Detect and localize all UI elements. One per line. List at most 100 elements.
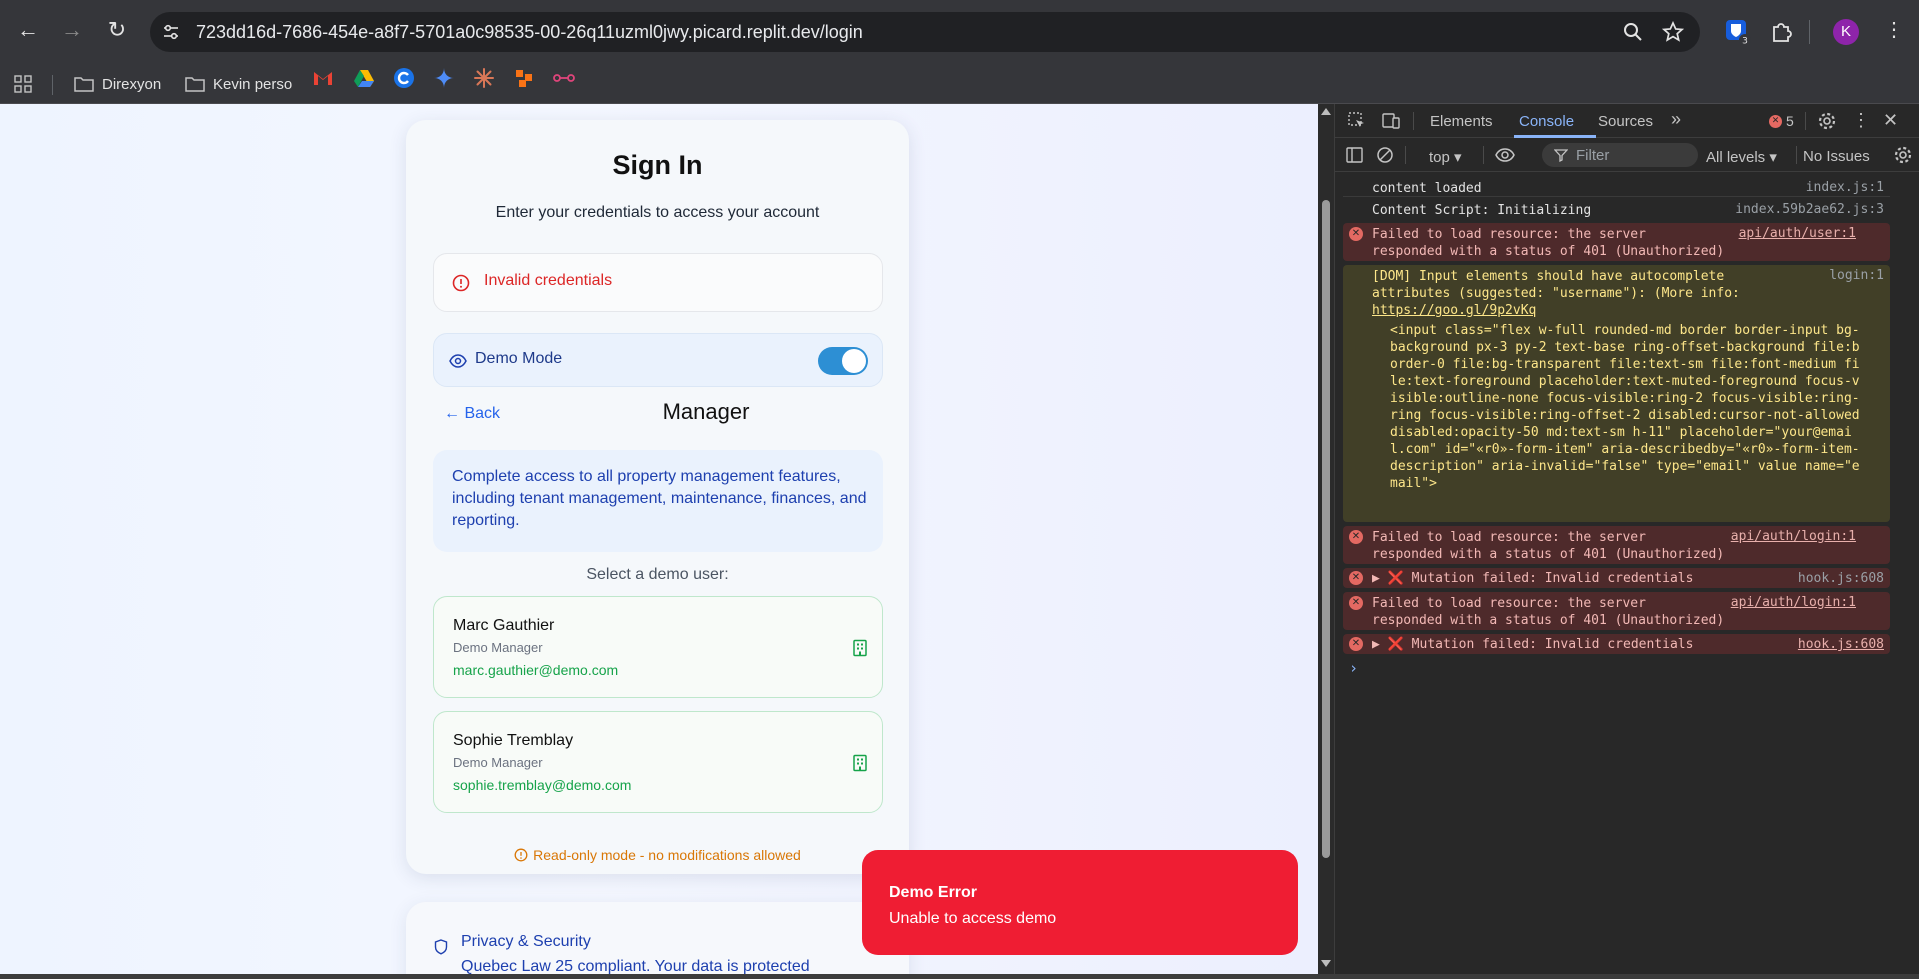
log-source[interactable]: hook.js:608 — [1798, 571, 1884, 586]
settings-gear-icon[interactable] — [1817, 111, 1837, 131]
log-info-link[interactable]: https://goo.gl/9p2vKq — [1372, 302, 1536, 319]
devtools-panel: Elements Console Sources » ✕ 5 ⋮ ✕ top ▾ — [1334, 104, 1919, 974]
toolbar-divider — [1405, 146, 1406, 164]
log-levels-value: All levels — [1706, 149, 1766, 166]
log-levels-dropdown[interactable]: All levels ▾ — [1706, 148, 1777, 166]
orange-app-icon[interactable] — [513, 67, 535, 89]
zoom-icon[interactable] — [1622, 21, 1644, 43]
back-link[interactable]: ← Back — [444, 405, 500, 423]
scroll-down-arrow-icon[interactable] — [1321, 960, 1331, 967]
switch-knob — [842, 349, 866, 373]
issues-button[interactable]: No Issues — [1803, 148, 1870, 165]
log-message: ▶ ❌ Mutation failed: Invalid credentials — [1372, 637, 1694, 652]
error-toast[interactable]: Demo Error Unable to access demo — [862, 850, 1298, 955]
select-user-label: Select a demo user: — [586, 566, 729, 583]
c-app-icon[interactable] — [393, 67, 415, 89]
shield-icon — [434, 939, 448, 955]
log-message: Failed to load resource: the server resp… — [1372, 530, 1725, 562]
console-error-entry[interactable]: ✕ ▶ ❌ Mutation failed: Invalid credentia… — [1343, 568, 1890, 588]
tab-console[interactable]: Console — [1519, 113, 1574, 130]
page-viewport: Sign In Enter your credentials to access… — [0, 104, 1318, 974]
devtools-tabbar: Elements Console Sources » ✕ 5 ⋮ ✕ — [1335, 104, 1919, 138]
google-drive-icon[interactable] — [353, 67, 375, 89]
profile-avatar[interactable]: K — [1833, 19, 1859, 45]
log-source[interactable]: index.59b2ae62.js:3 — [1735, 202, 1884, 217]
inspect-element-icon[interactable] — [1347, 111, 1367, 131]
demo-user-card[interactable]: Marc Gauthier Demo Manager marc.gauthier… — [433, 596, 883, 698]
log-message: Failed to load resource: the server resp… — [1372, 227, 1725, 259]
console-output: content loaded index.js:1 Content Script… — [1335, 172, 1919, 974]
error-alert-text: Invalid credentials — [484, 272, 613, 289]
log-message: Failed to load resource: the server resp… — [1372, 596, 1725, 628]
forward-arrow-icon[interactable]: → — [58, 16, 86, 44]
extension-bitwarden-icon[interactable]: 3 — [1724, 18, 1752, 46]
gmail-icon[interactable] — [312, 67, 334, 89]
log-source[interactable]: api/auth/login:1 — [1731, 595, 1856, 610]
bookmark-star-icon[interactable] — [1662, 21, 1684, 43]
log-source[interactable]: hook.js:608 — [1798, 637, 1884, 652]
role-title: Manager — [662, 399, 750, 424]
role-description-box: Complete access to all property manageme… — [433, 450, 883, 552]
error-circle-icon: ✕ — [1769, 114, 1782, 128]
back-arrow-icon[interactable]: ← — [14, 16, 42, 44]
claude-icon[interactable] — [473, 67, 495, 89]
extension-badge: 3 — [1742, 37, 1748, 47]
page-scrollbar[interactable] — [1318, 104, 1334, 974]
devtools-menu-icon[interactable]: ⋮ — [1852, 110, 1870, 131]
demo-user-card[interactable]: Sophie Tremblay Demo Manager sophie.trem… — [433, 711, 883, 813]
eye-icon — [449, 354, 467, 368]
more-tabs-chevron-icon[interactable]: » — [1671, 109, 1681, 130]
input-element-snippet[interactable]: <input class="flex w-full rounded-md bor… — [1390, 322, 1860, 492]
sidebar-toggle-icon[interactable] — [1345, 145, 1365, 165]
bookmark-direxyon[interactable]: Direxyon — [74, 73, 161, 95]
url-text: 723dd16d-7686-454e-a8f7-5701a0c98535-00-… — [196, 22, 863, 42]
console-prompt[interactable]: › — [1349, 659, 1358, 677]
info-circle-icon — [514, 848, 528, 862]
scrollbar-thumb[interactable] — [1322, 200, 1330, 858]
error-counter[interactable]: ✕ 5 — [1769, 113, 1794, 129]
error-circle-icon: ✕ — [1349, 571, 1363, 585]
menu-dots-icon[interactable]: ⋮ — [1880, 16, 1908, 44]
demo-mode-switch[interactable] — [818, 347, 868, 375]
live-expression-eye-icon[interactable] — [1495, 145, 1515, 165]
user-role: Demo Manager — [453, 640, 543, 655]
log-source[interactable]: login:1 — [1829, 268, 1884, 283]
log-source[interactable]: api/auth/user:1 — [1739, 226, 1856, 241]
error-circle-icon: ✕ — [1349, 596, 1363, 610]
error-alert: Invalid credentials — [433, 253, 883, 312]
console-filter-input[interactable]: Filter — [1542, 143, 1698, 167]
site-info-icon[interactable] — [162, 23, 180, 41]
clear-console-icon[interactable] — [1375, 145, 1395, 165]
tab-elements[interactable]: Elements — [1430, 113, 1493, 130]
console-error-entry[interactable]: ✕ ▶ ❌ Mutation failed: Invalid credentia… — [1343, 634, 1890, 654]
privacy-title: Privacy & Security — [461, 933, 591, 950]
readonly-note-text: Read-only mode - no modifications allowe… — [533, 847, 801, 863]
address-bar[interactable]: 723dd16d-7686-454e-a8f7-5701a0c98535-00-… — [150, 12, 1700, 52]
error-circle-icon: ✕ — [1349, 637, 1363, 651]
bookmark-label: Direxyon — [102, 75, 162, 93]
demo-mode-label: Demo Mode — [475, 350, 563, 367]
console-warning-entry: [DOM] Input elements should have autocom… — [1343, 265, 1890, 522]
close-devtools-icon[interactable]: ✕ — [1883, 110, 1898, 131]
reload-icon[interactable]: ↻ — [103, 16, 131, 44]
bookmark-kevin-perso[interactable]: Kevin perso — [185, 73, 292, 95]
tab-divider — [1805, 112, 1806, 130]
gemini-icon[interactable] — [433, 67, 455, 89]
tab-sources[interactable]: Sources — [1598, 113, 1653, 130]
log-source[interactable]: api/auth/login:1 — [1731, 529, 1856, 544]
extensions-puzzle-icon[interactable] — [1768, 18, 1796, 46]
console-settings-gear-icon[interactable] — [1893, 145, 1913, 165]
console-log-entry: Content Script: Initializing index.59b2a… — [1343, 199, 1890, 219]
tab-divider — [1413, 112, 1414, 130]
log-source[interactable]: index.js:1 — [1806, 180, 1884, 195]
scroll-up-arrow-icon[interactable] — [1321, 108, 1331, 115]
device-toolbar-icon[interactable] — [1381, 111, 1401, 131]
filter-funnel-icon — [1554, 149, 1568, 162]
folder-icon — [185, 77, 205, 92]
apps-grid-icon[interactable] — [14, 75, 32, 93]
console-error-entry: ✕ Failed to load resource: the server re… — [1343, 526, 1890, 564]
toolbar-divider — [1796, 146, 1797, 164]
toast-title: Demo Error — [889, 884, 978, 901]
workflow-app-icon[interactable] — [553, 67, 575, 89]
context-selector[interactable]: top ▾ — [1429, 148, 1462, 166]
